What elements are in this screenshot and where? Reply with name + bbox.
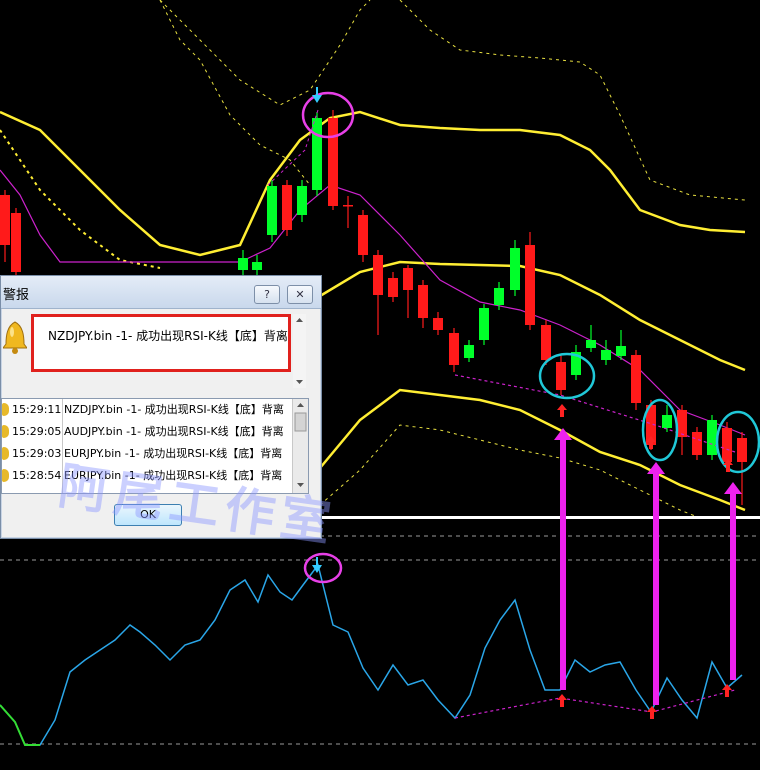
- candle-body: [11, 213, 21, 272]
- dialog-title: 警报: [3, 288, 30, 303]
- outer-left-band-line: [0, 129, 161, 269]
- candle-body: [282, 185, 292, 230]
- alert-icon: [2, 447, 9, 460]
- candle-body: [238, 258, 248, 270]
- divergence-arrow: [554, 428, 572, 690]
- lower-band-line: [319, 388, 746, 512]
- row-message: AUDJPY.bin -1- 成功出现RSI-K线【底】背离: [64, 425, 284, 438]
- candle-body: [541, 325, 551, 360]
- alert-icon: [2, 403, 9, 416]
- candle-body: [433, 318, 443, 330]
- alert-message-box: NZDJPY.bin -1- 成功出现RSI-K线【底】背离: [31, 314, 291, 372]
- candle-body: [722, 428, 732, 462]
- divergence-arrow: [647, 462, 665, 705]
- alert-message: NZDJPY.bin -1- 成功出现RSI-K线【底】背离: [48, 329, 288, 343]
- candle-body: [464, 345, 474, 358]
- candle-body: [267, 186, 277, 235]
- candle-body: [297, 186, 307, 215]
- candle-body: [449, 333, 459, 365]
- candle-body: [525, 245, 535, 325]
- row-time: 15:29:03: [12, 447, 62, 460]
- candle-body: [707, 420, 717, 455]
- candle-body: [737, 438, 747, 462]
- dialog-titlebar[interactable]: 警报 ? ✕: [1, 276, 321, 309]
- candle-body: [479, 308, 489, 340]
- row-time: 15:29:05: [12, 425, 62, 438]
- down-arrow-icon: [312, 87, 322, 103]
- candle-body: [358, 215, 368, 255]
- row-time: 15:29:11: [12, 403, 62, 416]
- candle-body: [677, 410, 687, 437]
- row-message: NZDJPY.bin -1- 成功出现RSI-K线【底】背离: [64, 403, 284, 416]
- divergence-circle-marker: [538, 352, 596, 400]
- candle-body: [0, 195, 10, 245]
- candle-body: [373, 255, 383, 295]
- candle-body: [403, 268, 413, 290]
- divergence-arrow: [724, 482, 742, 680]
- scroll-arrows-icon: [296, 318, 303, 384]
- candle-body: [510, 248, 520, 290]
- message-scrollbar[interactable]: [293, 314, 306, 388]
- list-item[interactable]: 15:29:05 AUDJPY.bin -1- 成功出现RSI-K线【底】背离: [2, 421, 292, 443]
- candle-body: [494, 288, 504, 305]
- row-time: 15:28:54: [12, 469, 62, 482]
- candle-body: [328, 118, 338, 206]
- candle-body: [388, 278, 398, 297]
- candle-body: [343, 205, 353, 207]
- candle-body: [418, 285, 428, 318]
- upper-band-line: [0, 110, 746, 257]
- candle-body: [631, 355, 641, 403]
- rsi-peak-circle-marker: [303, 552, 343, 584]
- candle-body: [556, 362, 566, 390]
- outer-upper-band-line: [159, 0, 371, 106]
- help-button[interactable]: ?: [254, 285, 280, 304]
- candle-body: [601, 350, 611, 360]
- candle-body: [616, 346, 626, 356]
- outer-upper-band-line-2: [399, 0, 746, 201]
- alert-icon: [2, 469, 9, 482]
- up-arrow-icon: [557, 694, 567, 707]
- bell-icon: [3, 321, 27, 354]
- candle-body: [692, 432, 702, 455]
- candle-body: [312, 118, 322, 190]
- list-item[interactable]: 15:29:11 NZDJPY.bin -1- 成功出现RSI-K线【底】背离: [2, 399, 292, 421]
- rsi-line-oversold: [0, 704, 40, 746]
- candle-body: [662, 415, 672, 428]
- candle-body: [252, 262, 262, 270]
- rsi-line: [0, 563, 743, 746]
- alert-icon: [2, 425, 9, 438]
- up-arrow-icon: [557, 404, 567, 417]
- close-button[interactable]: ✕: [287, 285, 313, 304]
- candle-body: [586, 340, 596, 348]
